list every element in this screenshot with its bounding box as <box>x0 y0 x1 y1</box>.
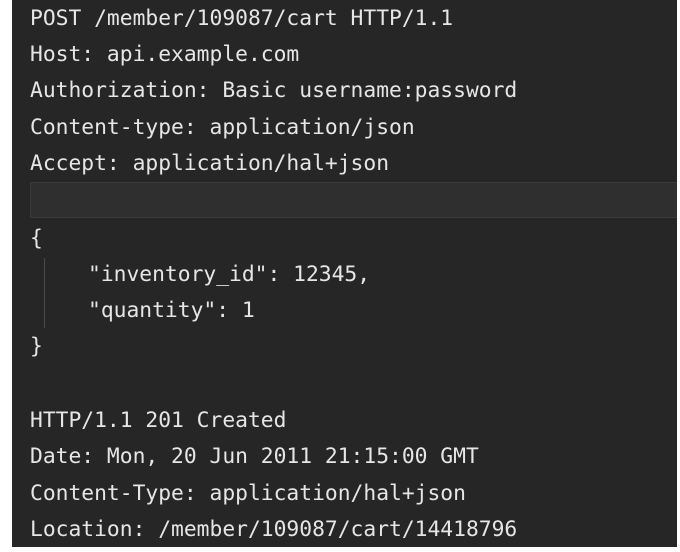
body-close-brace: } <box>30 334 43 359</box>
accept-header: Accept: application/hal+json <box>30 151 390 176</box>
screenshot-frame: POST /member/109087/cart HTTP/1.1 Host: … <box>0 0 680 552</box>
location-header: Location: /member/109087/cart/14418796 <box>30 517 518 542</box>
response-content-type-header: Content-Type: application/hal+json <box>30 481 466 506</box>
body-inventory-id: "inventory_id": 12345, <box>88 262 371 287</box>
body-open-brace: { <box>30 226 43 251</box>
code-editor[interactable]: POST /member/109087/cart HTTP/1.1 Host: … <box>12 0 677 547</box>
content-type-header: Content-type: application/json <box>30 115 415 140</box>
indent-guide <box>44 258 45 328</box>
date-header: Date: Mon, 20 Jun 2011 21:15:00 GMT <box>30 444 479 469</box>
authorization-header: Authorization: Basic username:password <box>30 78 518 103</box>
response-status-line: HTTP/1.1 201 Created <box>30 408 287 433</box>
current-line-highlight[interactable] <box>30 182 677 218</box>
host-header: Host: api.example.com <box>30 42 300 67</box>
request-line: POST /member/109087/cart HTTP/1.1 <box>30 6 454 31</box>
body-quantity: "quantity": 1 <box>88 298 255 323</box>
